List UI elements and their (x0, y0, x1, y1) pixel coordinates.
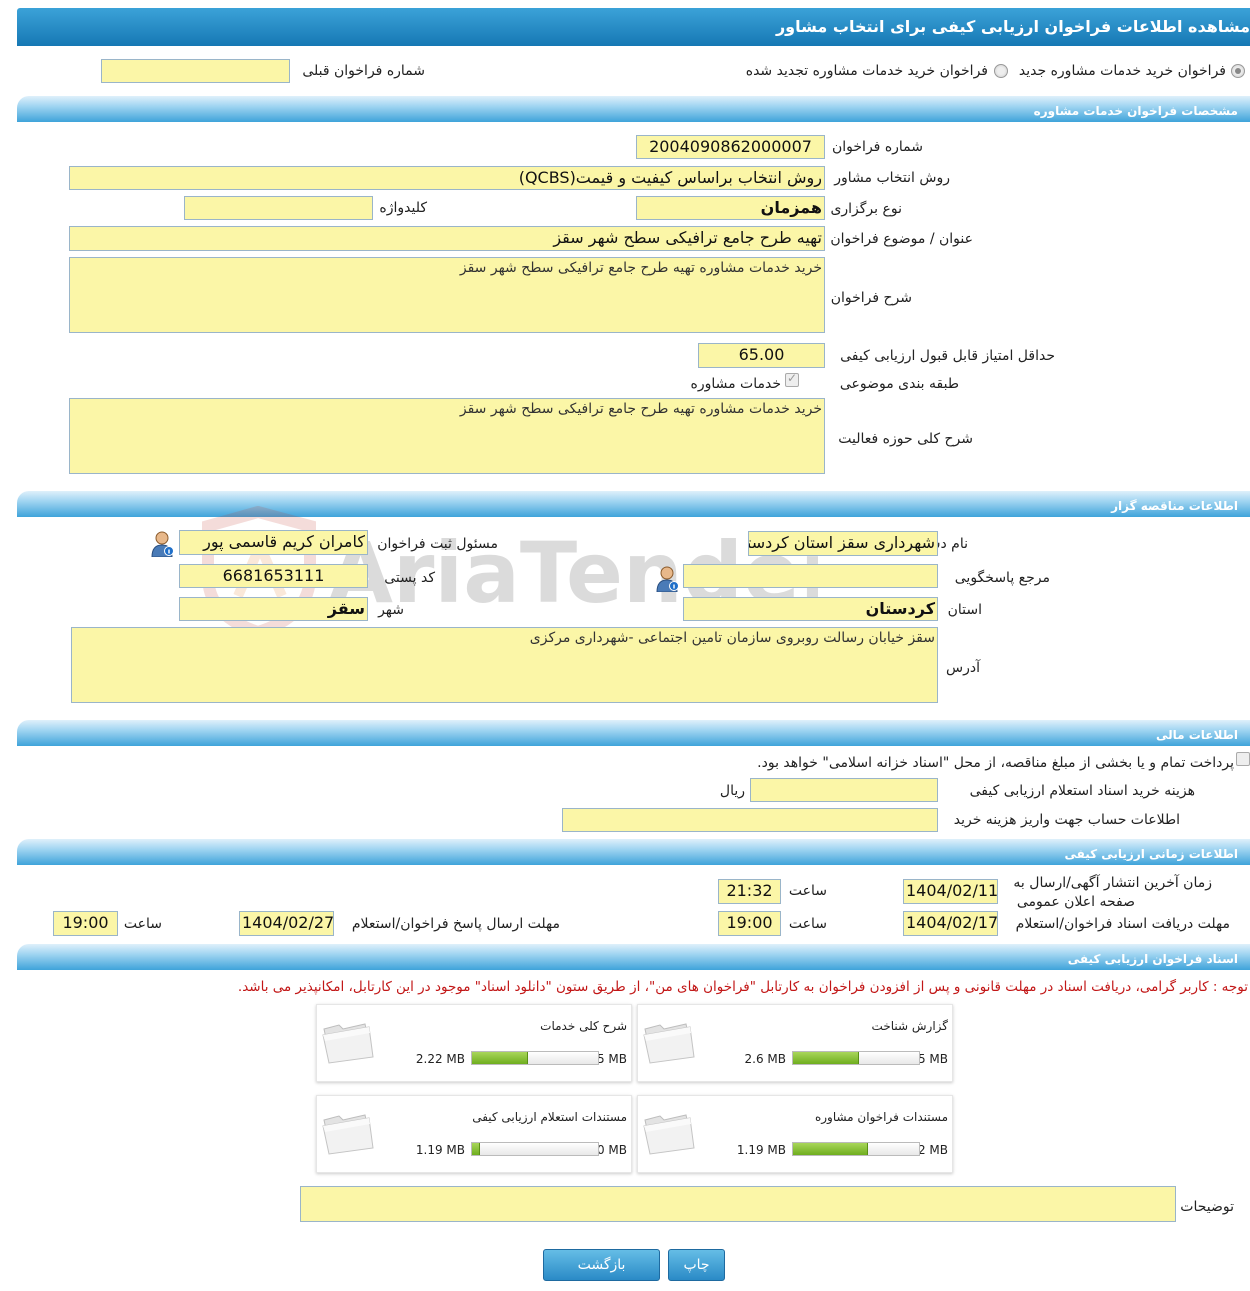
file-size-progress (471, 1142, 599, 1156)
city-label: شهر (378, 602, 404, 618)
keyword-field[interactable] (184, 196, 373, 220)
prev-number-label: شماره فراخوان قبلی (302, 63, 425, 79)
section-header-docs: اسناد فراخوان ارزیابی کیفی (17, 944, 1250, 970)
folder-icon (643, 1023, 695, 1064)
category-checkbox[interactable] (785, 371, 799, 387)
file-size-progress (792, 1051, 920, 1065)
address-label: آدرس (946, 660, 980, 676)
notes-textarea[interactable] (300, 1186, 1176, 1222)
radio-new-consult[interactable] (1231, 64, 1245, 78)
user-info-icon[interactable] (150, 531, 174, 557)
registrar-field[interactable]: کامران کریم قاسمی پور (179, 530, 368, 555)
prev-number-field[interactable] (101, 59, 290, 83)
scope-textarea[interactable]: خرید خدمات مشاوره تهیه طرح جامع ترافیکی … (69, 398, 825, 474)
receive-date-field[interactable]: 1404/02/17 (903, 911, 998, 936)
file-card[interactable]: مستندات فراخوان مشاوره 2 MB 1.19 MB (637, 1095, 953, 1173)
file-used-size: 1.19 MB (415, 1143, 465, 1157)
address-textarea[interactable]: سقز خیابان رسالت روبروی سازمان تامین اجت… (71, 627, 938, 703)
currency-label: ریال (719, 783, 745, 799)
section-header-finance: اطلاعات مالی (17, 720, 1250, 746)
file-total-size: 5 MB (917, 1052, 948, 1066)
file-size-fill (793, 1143, 868, 1155)
radio-renewed-consult[interactable] (994, 64, 1008, 78)
province-label: استان (947, 602, 982, 618)
reference-field[interactable] (683, 564, 938, 588)
docs-note: توجه : کاربر گرامی، دریافت اسناد در مهلت… (237, 979, 1248, 995)
reference-label: مرجع پاسخگویی (954, 570, 1050, 586)
file-size-progress (792, 1142, 920, 1156)
file-card[interactable]: مستندات استعلام ارزیابی کیفی 20 MB 1.19 MB (316, 1095, 632, 1173)
file-card[interactable]: گزارش شناخت 5 MB 2.6 MB (637, 1004, 953, 1082)
call-number-field[interactable]: 2004090862000007 (636, 135, 825, 159)
file-size-fill (472, 1052, 528, 1064)
postal-code-field[interactable]: 6681653111 (179, 564, 368, 588)
holding-type-label: نوع برگزاری (830, 201, 902, 217)
reference-user-icon[interactable] (655, 566, 679, 592)
org-name-field[interactable]: شهرداری سقز استان کردستان (748, 531, 938, 556)
islamic-treasury-text: پرداخت تمام و یا بخشی از مبلغ مناقصه، از… (757, 755, 1234, 771)
publish-date-field[interactable]: 1404/02/11 (903, 879, 998, 904)
folder-icon (643, 1114, 695, 1155)
section-header-org: اطلاعات مناقصه گزار (17, 491, 1250, 517)
file-name: مستندات فراخوان مشاوره (814, 1110, 948, 1124)
doc-cost-label: هزینه خرید اسناد استعلام ارزیابی کیفی (969, 783, 1195, 799)
publish-label-line2: صفحه اعلان عمومی (1016, 894, 1135, 910)
publish-time-field[interactable]: 21:32 (718, 879, 781, 904)
file-total-size: 5 MB (596, 1052, 627, 1066)
subject-field[interactable]: تهیه طرح جامع ترافیکی سطح شهر سقز (69, 226, 825, 251)
folder-icon (322, 1023, 374, 1064)
file-name: مستندات استعلام ارزیابی کیفی (472, 1110, 627, 1124)
radio-new-label: فراخوان خرید خدمات مشاوره جدید (1018, 63, 1226, 79)
back-button[interactable]: بازگشت (543, 1249, 660, 1281)
account-info-field[interactable] (562, 808, 938, 832)
min-score-label: حداقل امتیاز قابل قبول ارزیابی کیفی (840, 348, 1055, 364)
receive-time-label: ساعت (788, 916, 827, 932)
file-size-fill (793, 1052, 859, 1064)
category-value: خدمات مشاوره (690, 376, 781, 392)
publish-label-line1: زمان آخرین انتشار آگهی/ارسال به (1013, 875, 1212, 891)
subject-label: عنوان / موضوع فراخوان (830, 231, 973, 247)
postal-code-label: کد پستی (384, 570, 435, 586)
send-time-field[interactable]: 19:00 (53, 911, 118, 936)
method-label: روش انتخاب مشاور (834, 170, 950, 186)
description-textarea[interactable]: خرید خدمات مشاوره تهیه طرح جامع ترافیکی … (69, 257, 825, 333)
file-used-size: 2.6 MB (744, 1052, 786, 1066)
province-field[interactable]: کردستان (683, 597, 938, 621)
registrar-label: مسئول ثبت فراخوان (377, 536, 498, 552)
folder-icon (322, 1114, 374, 1155)
islamic-treasury-checkbox[interactable] (1236, 752, 1250, 766)
holding-type-field[interactable]: همزمان (636, 196, 825, 220)
doc-cost-field[interactable] (750, 778, 938, 802)
min-score-field[interactable]: 65.00 (698, 343, 825, 368)
description-label: شرح فراخوان (830, 290, 912, 306)
keyword-label: کلیدواژه (379, 200, 427, 216)
publish-time-label: ساعت (788, 883, 827, 899)
section-header-consult: مشخصات فراخوان خدمات مشاوره (17, 96, 1250, 122)
method-field[interactable]: روش انتخاب براساس کیفیت و قیمت(QCBS) (69, 166, 825, 190)
call-number-label: شماره فراخوان (832, 139, 923, 155)
scope-label: شرح کلی حوزه فعالیت (838, 431, 973, 447)
category-label: طبقه بندی موضوعی (839, 376, 959, 392)
file-card[interactable]: شرح کلی خدمات 5 MB 2.22 MB (316, 1004, 632, 1082)
account-info-label: اطلاعات حساب جهت واریز هزینه خرید (953, 812, 1180, 828)
send-time-label: ساعت (123, 916, 162, 932)
file-used-size: 2.22 MB (415, 1052, 465, 1066)
notes-label: توضیحات (1180, 1199, 1234, 1215)
city-field[interactable]: سقز (179, 597, 368, 621)
radio-renewed-label: فراخوان خرید خدمات مشاوره تجدید شده (745, 63, 988, 79)
file-size-fill (472, 1143, 480, 1155)
section-header-time: اطلاعات زمانی ارزیابی کیفی (17, 839, 1250, 865)
receive-time-field[interactable]: 19:00 (718, 911, 781, 936)
send-date-field[interactable]: 1404/02/27 (239, 911, 334, 936)
receive-deadline-label: مهلت دریافت اسناد فراخوان/استعلام (1015, 916, 1230, 932)
file-used-size: 1.19 MB (736, 1143, 786, 1157)
file-name: گزارش شناخت (871, 1019, 948, 1033)
print-button[interactable]: چاپ (668, 1249, 725, 1281)
send-deadline-label: مهلت ارسال پاسخ فراخوان/استعلام (351, 916, 560, 932)
page-title: مشاهده اطلاعات فراخوان ارزیابی کیفی برای… (17, 8, 1250, 46)
file-total-size: 2 MB (917, 1143, 948, 1157)
file-name: شرح کلی خدمات (540, 1019, 627, 1033)
file-size-progress (471, 1051, 599, 1065)
